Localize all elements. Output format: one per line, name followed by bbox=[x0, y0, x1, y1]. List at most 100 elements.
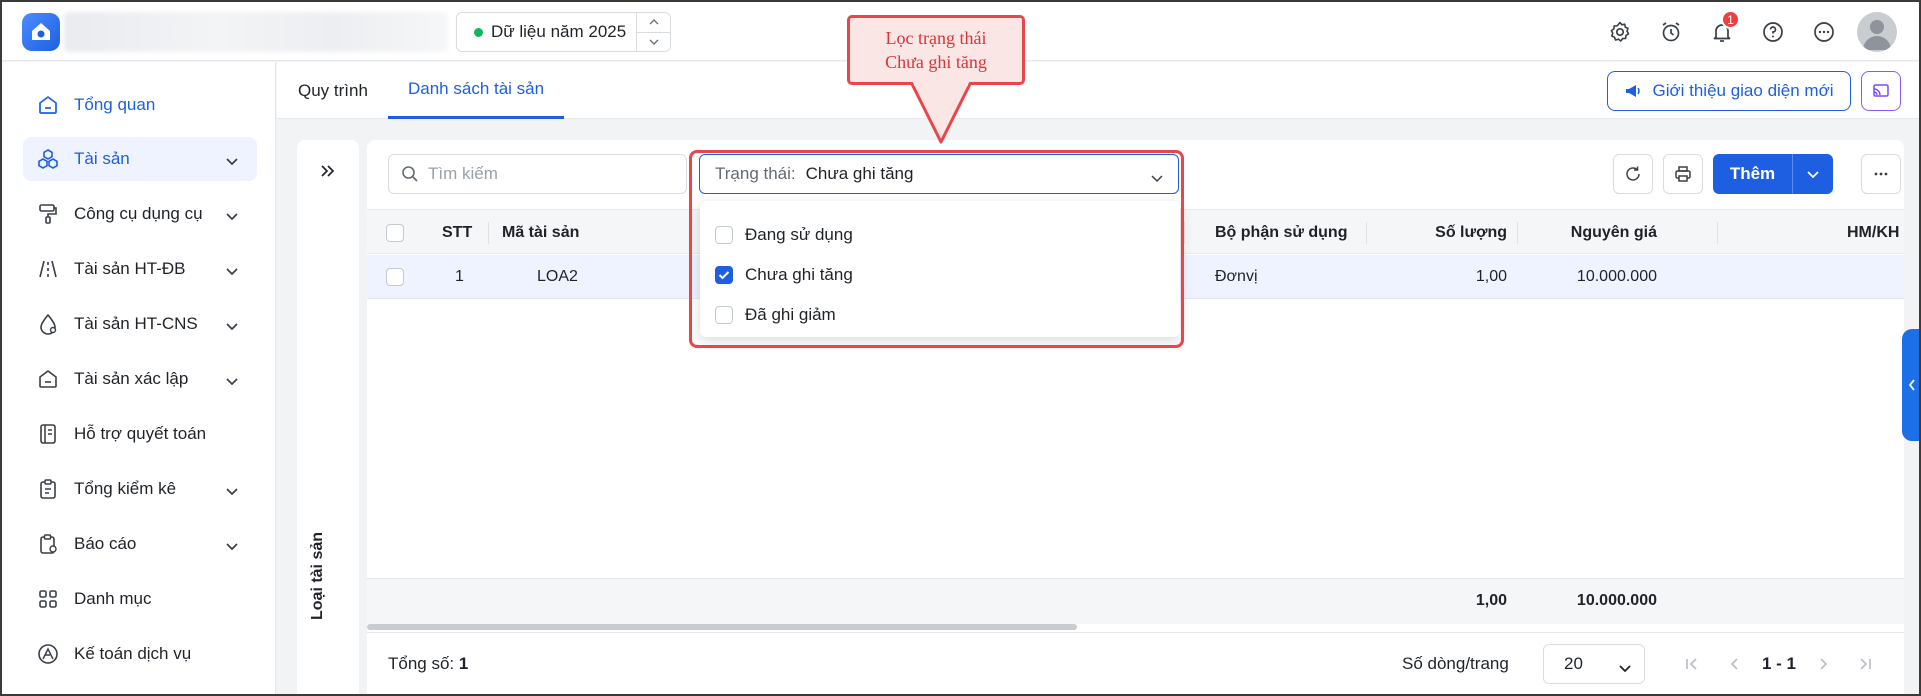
sidebar-item-tai-san-ht-db[interactable]: Tài sản HT-ĐB bbox=[23, 247, 257, 291]
column-header-stt[interactable]: STT bbox=[442, 210, 472, 255]
chevron-down-icon bbox=[225, 206, 239, 226]
row-checkbox[interactable] bbox=[386, 255, 404, 299]
column-header-original-cost[interactable]: Nguyên giá bbox=[1527, 210, 1657, 255]
rows-per-page-label: Số dòng/trang bbox=[1402, 654, 1509, 673]
settings-gear-icon[interactable] bbox=[1602, 14, 1638, 50]
megaphone-icon bbox=[1626, 85, 1641, 97]
row-quantity: 1,00 bbox=[1475, 268, 1507, 285]
select-all-checkbox[interactable] bbox=[386, 210, 404, 255]
sidebar-item-tai-san-xac-lap[interactable]: Tài sản xác lập bbox=[23, 357, 257, 401]
column-header-asset-code[interactable]: Mã tài sản bbox=[502, 210, 579, 255]
active-status-dot bbox=[474, 27, 483, 37]
previous-page-icon[interactable] bbox=[1727, 633, 1743, 694]
tab-danh-sach-tai-san[interactable]: Danh sách tài sản bbox=[388, 62, 565, 119]
refresh-icon bbox=[1626, 166, 1640, 181]
alarm-clock-icon[interactable] bbox=[1653, 14, 1689, 50]
user-avatar[interactable] bbox=[1857, 12, 1897, 52]
app-window: Dữ liệu năm 2025 1 Tổng quan Tài sản Côn… bbox=[0, 0, 1921, 696]
home-icon bbox=[37, 94, 59, 116]
total-count: Tổng số: 1 bbox=[388, 633, 469, 694]
sidebar-item-danh-muc[interactable]: Danh mục bbox=[23, 577, 257, 621]
first-page-icon[interactable] bbox=[1684, 633, 1700, 694]
intro-button-label: Giới thiệu giao diện mới bbox=[1652, 81, 1834, 100]
year-selector[interactable]: Dữ liệu năm 2025 bbox=[456, 12, 671, 52]
report-icon bbox=[37, 533, 59, 555]
annotation-arrow-icon bbox=[909, 82, 973, 144]
sidebar-item-label: Tài sản HT-CNS bbox=[74, 314, 198, 333]
search-input[interactable]: Tìm kiếm bbox=[388, 154, 687, 194]
sidebar-item-cong-cu-dung-cu[interactable]: Công cụ dụng cụ bbox=[23, 192, 257, 236]
sidebar-item-label: Tổng quan bbox=[74, 95, 156, 114]
total-value: 1 bbox=[458, 654, 469, 673]
column-header-depreciation[interactable]: HM/KH bbox=[1847, 210, 1899, 255]
sidebar-item-tai-san-ht-cns[interactable]: Tài sản HT-CNS bbox=[23, 302, 257, 346]
app-logo-icon[interactable] bbox=[22, 13, 60, 51]
accounting-service-icon bbox=[37, 643, 59, 665]
sidebar-item-tong-quan[interactable]: Tổng quan bbox=[23, 83, 257, 127]
total-label: Tổng số: bbox=[388, 654, 455, 673]
cast-icon bbox=[1873, 84, 1889, 97]
sidebar-item-bao-cao[interactable]: Báo cáo bbox=[23, 522, 257, 566]
row-original-cost: 10.000.000 bbox=[1576, 268, 1657, 285]
chevron-up-icon[interactable] bbox=[637, 13, 670, 33]
notification-bell-icon[interactable]: 1 bbox=[1704, 10, 1740, 50]
scrollbar-thumb[interactable] bbox=[367, 624, 1077, 630]
refresh-button[interactable] bbox=[1613, 154, 1653, 194]
next-page-icon[interactable] bbox=[1815, 633, 1831, 694]
chevron-left-icon bbox=[1908, 379, 1915, 391]
tab-quy-trinh[interactable]: Quy trình bbox=[298, 62, 368, 119]
chevron-down-icon bbox=[225, 536, 239, 556]
tab-label: Danh sách tài sản bbox=[408, 79, 545, 98]
print-button[interactable] bbox=[1663, 154, 1703, 194]
paint-roller-icon bbox=[37, 203, 59, 225]
sidebar-item-tai-san[interactable]: Tài sản bbox=[23, 137, 257, 181]
organization-name-redacted bbox=[64, 12, 448, 52]
year-label: Dữ liệu năm 2025 bbox=[491, 22, 627, 41]
cubes-icon bbox=[37, 148, 59, 170]
annotation-highlight-frame bbox=[689, 150, 1184, 348]
chevron-down-icon bbox=[225, 316, 239, 336]
ellipsis-icon bbox=[1874, 172, 1888, 176]
pagination: Tổng số: 1 Số dòng/trang 20 1 - 1 bbox=[367, 632, 1904, 694]
expand-panel-icon[interactable] bbox=[318, 162, 336, 185]
rows-per-page-select[interactable]: 20 bbox=[1543, 644, 1645, 684]
search-icon bbox=[402, 166, 418, 182]
right-drawer-toggle[interactable] bbox=[1902, 329, 1919, 441]
notification-badge: 1 bbox=[1721, 10, 1740, 29]
add-options-dropdown[interactable] bbox=[1792, 154, 1833, 194]
sidebar-item-tong-kiem-ke[interactable]: Tổng kiểm kê bbox=[23, 467, 257, 511]
add-button[interactable]: Thêm bbox=[1713, 154, 1833, 194]
sidebar-item-label: Danh mục bbox=[74, 589, 152, 608]
chevron-down-icon bbox=[1618, 658, 1632, 678]
sidebar-item-label: Tài sản xác lập bbox=[74, 369, 189, 388]
sidebar-item-ke-toan-dich-vu[interactable]: Kế toán dịch vụ bbox=[23, 632, 257, 676]
sidebar-item-label: Báo cáo bbox=[74, 534, 137, 553]
year-spinner[interactable] bbox=[636, 13, 670, 51]
chevron-down-icon bbox=[225, 371, 239, 391]
sidebar-item-ho-tro-quyet-toan[interactable]: Hỗ trợ quyết toán bbox=[23, 412, 257, 456]
total-original-cost: 10.000.000 bbox=[1576, 592, 1657, 609]
sidebar-item-label: Tài sản bbox=[74, 149, 130, 168]
column-header-quantity[interactable]: Số lượng bbox=[1377, 210, 1507, 255]
page-range: 1 - 1 bbox=[1762, 654, 1797, 673]
more-actions-button[interactable] bbox=[1861, 154, 1901, 194]
road-icon bbox=[37, 258, 59, 280]
chevron-down-icon[interactable] bbox=[637, 33, 670, 52]
tab-label: Quy trình bbox=[298, 80, 368, 100]
column-header-department[interactable]: Bộ phận sử dụng bbox=[1215, 210, 1347, 255]
help-icon[interactable] bbox=[1755, 14, 1791, 50]
row-asset-code[interactable]: LOA2 bbox=[537, 255, 578, 299]
last-page-icon[interactable] bbox=[1857, 633, 1873, 694]
callout-line-1: Lọc trạng thái bbox=[885, 28, 987, 48]
chevron-down-icon bbox=[225, 261, 239, 281]
chevron-down-icon bbox=[1807, 170, 1819, 178]
intro-new-ui-button[interactable]: Giới thiệu giao diện mới bbox=[1607, 71, 1851, 111]
add-button-label: Thêm bbox=[1729, 164, 1776, 183]
chevron-down-icon bbox=[225, 151, 239, 171]
rows-per-page-value: 20 bbox=[1564, 654, 1583, 673]
search-placeholder: Tìm kiếm bbox=[428, 164, 498, 183]
horizontal-scrollbar[interactable] bbox=[367, 622, 1904, 630]
cast-screen-button[interactable] bbox=[1861, 71, 1901, 111]
printer-icon bbox=[1675, 166, 1691, 182]
more-options-icon[interactable] bbox=[1806, 14, 1842, 50]
